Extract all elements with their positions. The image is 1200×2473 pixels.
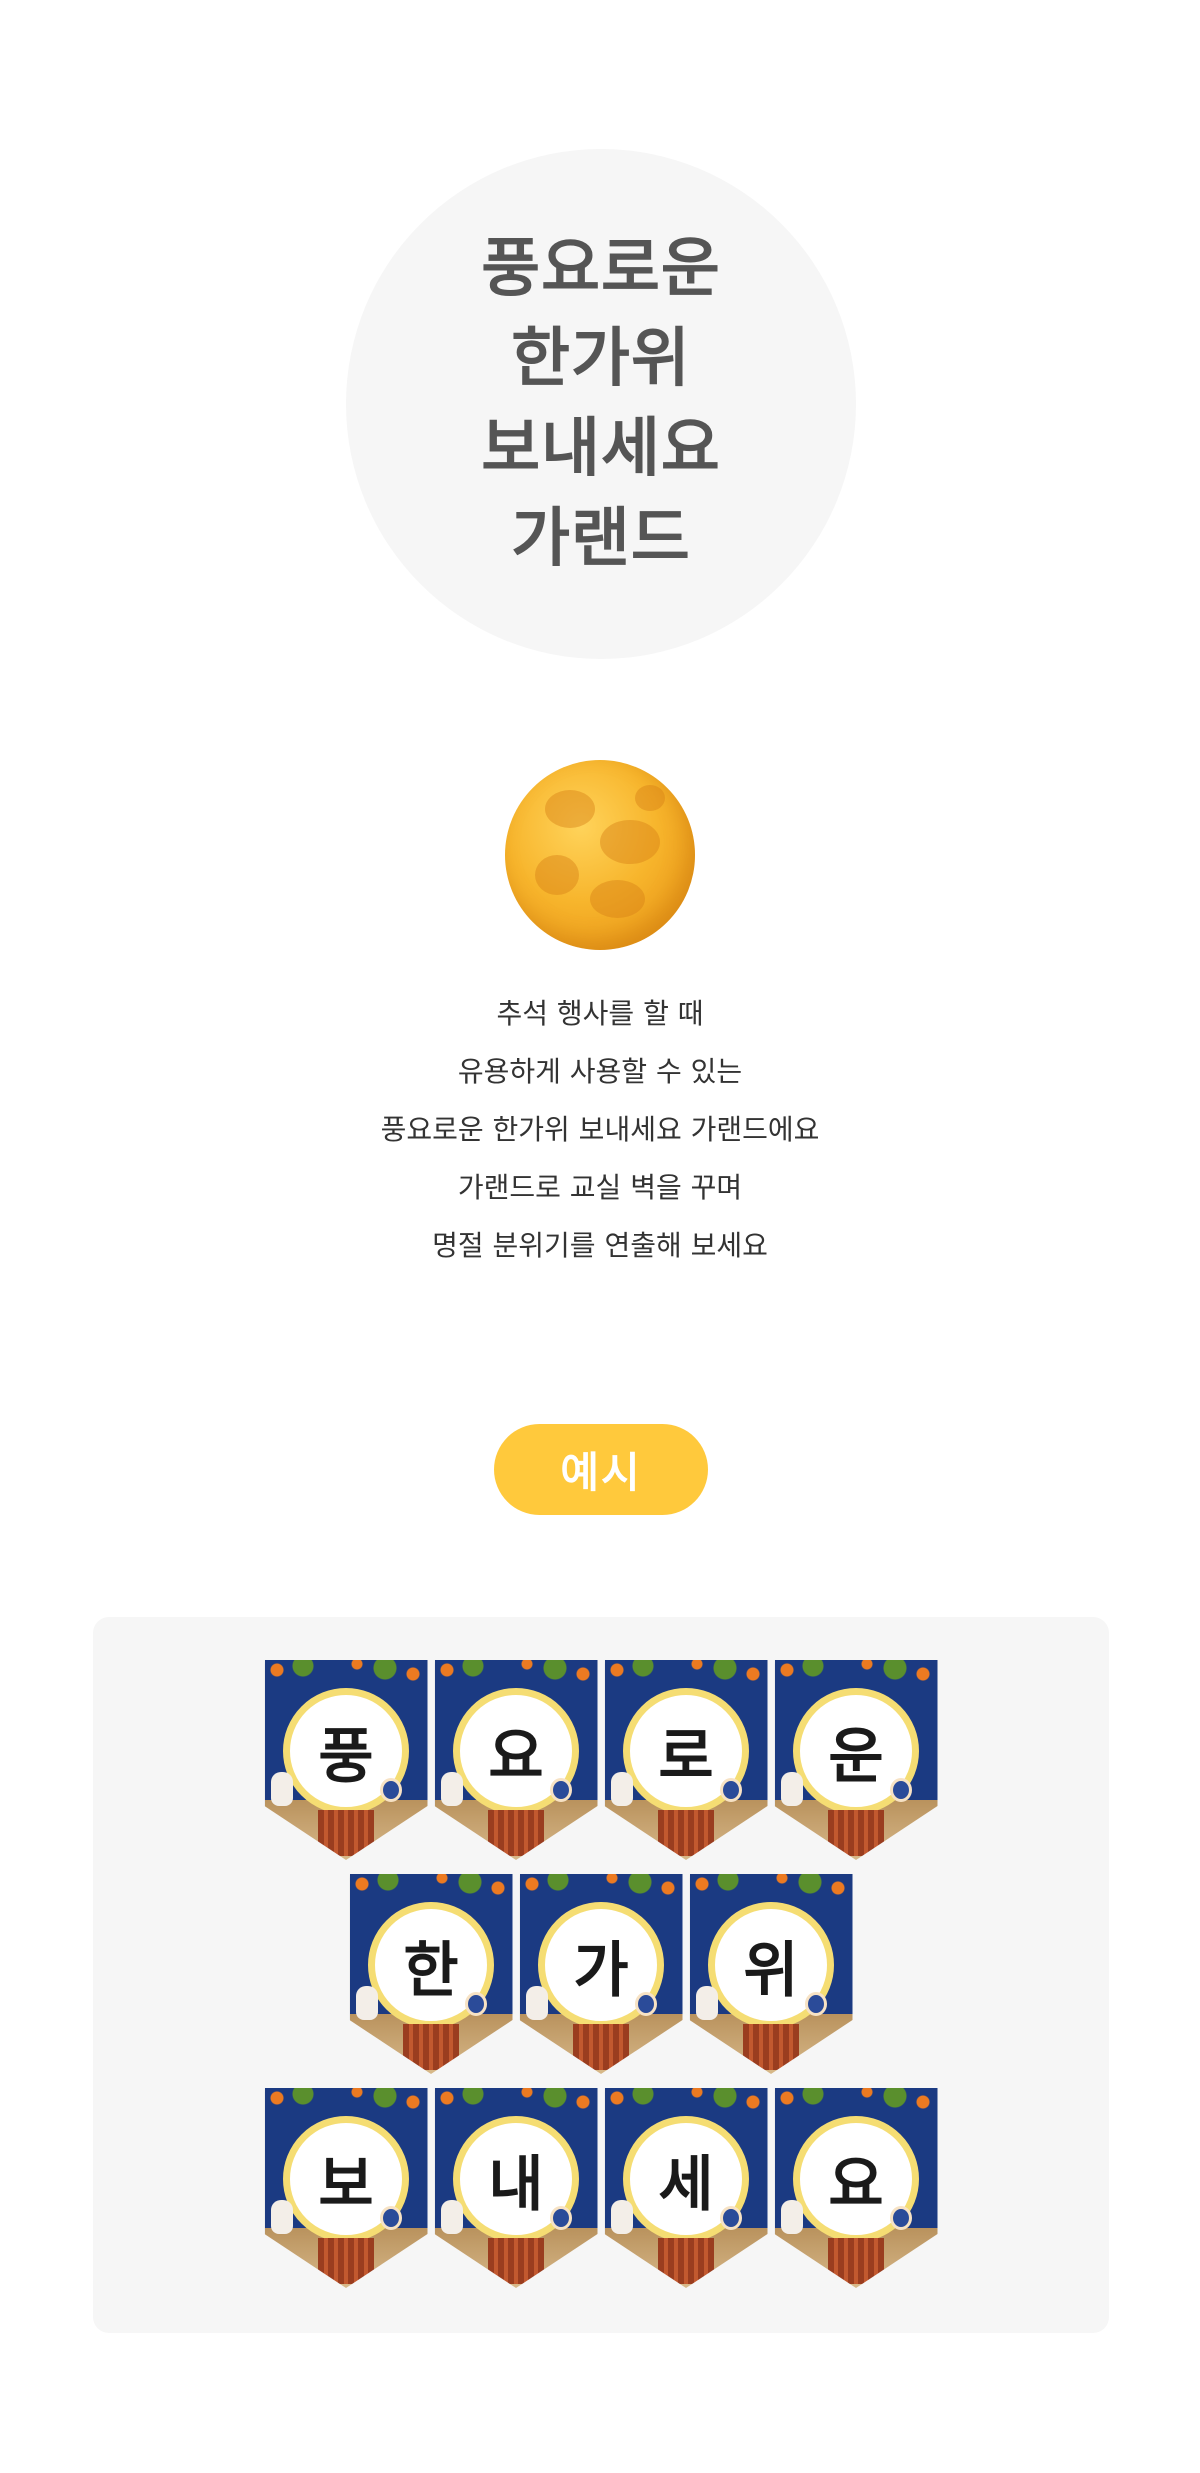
gate-icon <box>658 1810 714 1856</box>
garland-flag: 위 <box>689 1874 853 2074</box>
rabbit-icon <box>440 2200 463 2234</box>
title-line-3: 보내세요 <box>481 412 721 486</box>
rabbit-icon <box>355 1986 378 2020</box>
rabbit-icon <box>525 1986 548 2020</box>
rabbit-icon <box>270 2200 293 2234</box>
rabbit-icon <box>610 2200 633 2234</box>
gate-icon <box>318 2238 374 2284</box>
rabbit-icon <box>270 1772 293 1806</box>
gate-icon <box>828 2238 884 2284</box>
example-label: 예시 <box>494 1424 708 1515</box>
garland-flag: 요 <box>434 1660 598 1860</box>
child-icon <box>379 2206 402 2230</box>
garland-row-2: 한 가 위 <box>93 1874 1109 2074</box>
gate-icon <box>488 1810 544 1856</box>
description-line-5: 명절 분위기를 연출해 보세요 <box>432 1229 768 1262</box>
child-icon <box>804 1992 827 2016</box>
rabbit-icon <box>780 2200 803 2234</box>
garland-flag: 한 <box>349 1874 513 2074</box>
child-icon <box>889 2206 912 2230</box>
example-garland-panel: 풍 요 로 운 한 가 위 보 내 세 요 <box>93 1617 1109 2333</box>
garland-flag: 내 <box>434 2088 598 2288</box>
gate-icon <box>488 2238 544 2284</box>
title-line-2: 한가위 <box>511 322 691 396</box>
title-line-4: 가랜드 <box>511 502 691 576</box>
garland-flag: 풍 <box>264 1660 428 1860</box>
rabbit-icon <box>780 1772 803 1806</box>
gate-icon <box>743 2024 799 2070</box>
description-line-1: 추석 행사를 할 때 <box>496 997 704 1030</box>
garland-flag: 로 <box>604 1660 768 1860</box>
gate-icon <box>828 1810 884 1856</box>
child-icon <box>549 2206 572 2230</box>
child-icon <box>634 1992 657 2016</box>
gate-icon <box>573 2024 629 2070</box>
garland-flag: 운 <box>774 1660 938 1860</box>
full-moon-icon <box>505 760 695 950</box>
title-circle: 풍요로운 한가위 보내세요 가랜드 <box>346 149 856 659</box>
rabbit-icon <box>610 1772 633 1806</box>
garland-flag: 보 <box>264 2088 428 2288</box>
garland-row-3: 보 내 세 요 <box>93 2088 1109 2288</box>
garland-flag: 가 <box>519 1874 683 2074</box>
child-icon <box>549 1778 572 1802</box>
description-line-2: 유용하게 사용할 수 있는 <box>457 1055 743 1088</box>
rabbit-icon <box>695 1986 718 2020</box>
gate-icon <box>403 2024 459 2070</box>
description: 추석 행사를 할 때 유용하게 사용할 수 있는 풍요로운 한가위 보내세요 가… <box>0 985 1200 1275</box>
description-line-4: 가랜드로 교실 벽을 꾸며 <box>457 1171 743 1204</box>
garland-row-1: 풍 요 로 운 <box>93 1660 1109 1860</box>
rabbit-icon <box>440 1772 463 1806</box>
child-icon <box>464 1992 487 2016</box>
gate-icon <box>318 1810 374 1856</box>
gate-icon <box>658 2238 714 2284</box>
child-icon <box>719 2206 742 2230</box>
garland-flag: 세 <box>604 2088 768 2288</box>
description-line-3: 풍요로운 한가위 보내세요 가랜드에요 <box>380 1113 820 1146</box>
child-icon <box>889 1778 912 1802</box>
child-icon <box>719 1778 742 1802</box>
child-icon <box>379 1778 402 1802</box>
garland-flag: 요 <box>774 2088 938 2288</box>
title-line-1: 풍요로운 <box>481 232 721 306</box>
